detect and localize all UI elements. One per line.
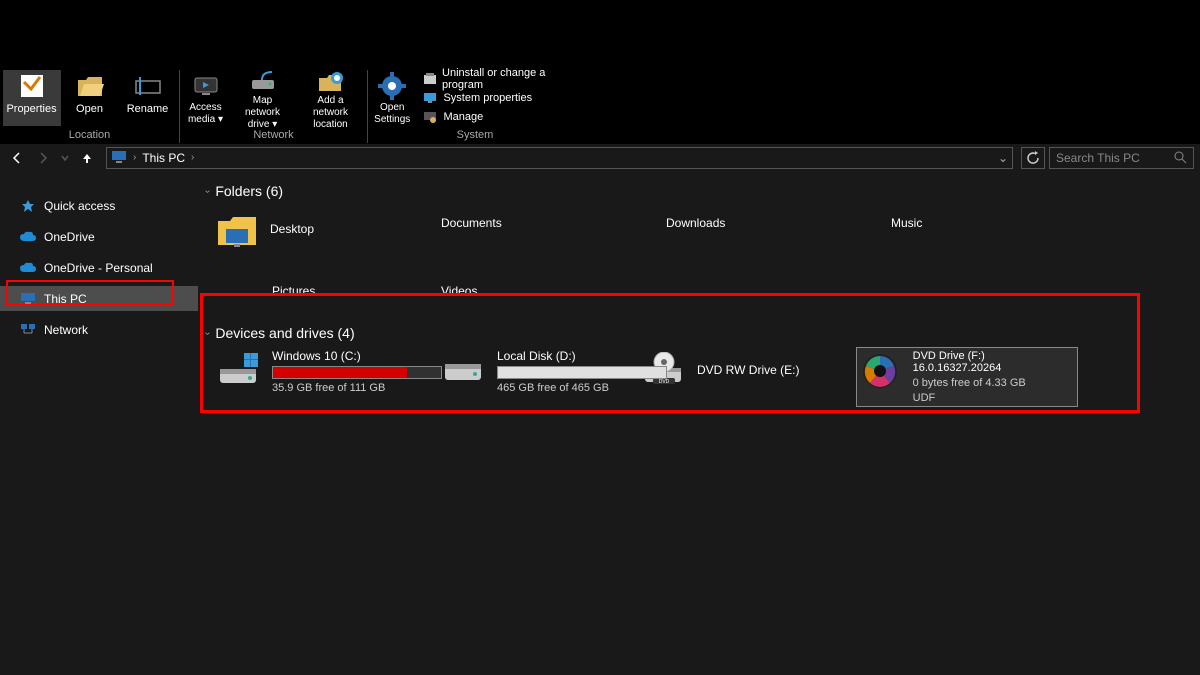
forward-button[interactable] [32, 147, 54, 169]
search-icon [1174, 151, 1187, 164]
chevron-right-icon: › [191, 152, 194, 163]
back-button[interactable] [6, 147, 28, 169]
svg-text:DVD: DVD [659, 379, 670, 385]
network-icon [20, 322, 36, 338]
chevron-down-icon: › [202, 189, 213, 192]
ribbon-group-network-label: Network [253, 129, 293, 141]
drive-d-capacity-bar [497, 366, 667, 379]
open-button[interactable]: Open [61, 70, 119, 126]
add-location-icon [315, 70, 347, 94]
sidebar-item-network[interactable]: Network [0, 317, 198, 342]
open-icon [74, 70, 106, 102]
star-icon [20, 198, 36, 214]
system-properties-button[interactable]: System properties [422, 89, 576, 106]
sidebar: Quick access OneDrive OneDrive - Persona… [0, 171, 198, 675]
chevron-right-icon: › [133, 152, 136, 163]
sidebar-item-quick-access[interactable]: Quick access [0, 193, 198, 218]
cloud-icon [20, 260, 36, 276]
sidebar-item-onedrive[interactable]: OneDrive [0, 224, 198, 249]
os-drive-icon [218, 349, 260, 391]
address-dropdown-icon[interactable]: ⌄ [998, 151, 1008, 165]
folder-music[interactable]: Music [891, 205, 1116, 241]
access-media-button[interactable]: Access media ▾ [182, 70, 230, 126]
drive-c-capacity-bar [272, 366, 442, 379]
hdd-icon [443, 349, 485, 391]
folder-pictures[interactable]: Pictures [216, 273, 441, 309]
folders-section-header[interactable]: › Folders (6) [206, 183, 1200, 199]
folder-videos[interactable]: Videos [441, 273, 666, 309]
this-pc-icon [20, 291, 36, 307]
drive-e[interactable]: DVD DVD RW Drive (E:) [641, 347, 856, 407]
properties-button[interactable]: Properties [3, 70, 61, 126]
desktop-folder-icon [216, 211, 256, 247]
map-drive-icon [247, 70, 279, 94]
navigation-bar: › This PC › ⌄ Search This PC [0, 143, 1200, 171]
manage-icon [422, 109, 438, 125]
chevron-down-icon: › [202, 331, 213, 334]
drives-section-header[interactable]: › Devices and drives (4) [206, 325, 1200, 341]
up-button[interactable] [76, 147, 98, 169]
refresh-button[interactable] [1021, 147, 1045, 169]
cloud-icon [20, 229, 36, 245]
folder-desktop[interactable]: Desktop [216, 205, 441, 253]
recent-dropdown[interactable] [58, 147, 72, 169]
uninstall-icon [422, 71, 437, 87]
address-bar[interactable]: › This PC › ⌄ [106, 147, 1013, 169]
add-network-location-button[interactable]: Add a network location [296, 70, 366, 126]
manage-button[interactable]: Manage [422, 108, 576, 125]
breadcrumb-this-pc[interactable]: This PC [142, 151, 185, 165]
folder-documents[interactable]: Documents [441, 205, 666, 241]
drive-c[interactable]: Windows 10 (C:) 35.9 GB free of 111 GB [216, 347, 441, 407]
ribbon-group-system-label: System [457, 129, 494, 141]
this-pc-icon [111, 150, 127, 166]
rename-button[interactable]: Rename [119, 70, 177, 126]
drive-d[interactable]: Local Disk (D:) 465 GB free of 465 GB [441, 347, 641, 407]
map-network-drive-button[interactable]: Map network drive ▾ [230, 70, 296, 126]
uninstall-program-button[interactable]: Uninstall or change a program [422, 70, 576, 87]
search-placeholder: Search This PC [1056, 151, 1140, 165]
sidebar-item-onedrive-personal[interactable]: OneDrive - Personal [0, 255, 198, 280]
media-icon [190, 70, 222, 101]
search-input[interactable]: Search This PC [1049, 147, 1194, 169]
ribbon: Properties Open Rename Location [0, 0, 1200, 143]
rename-icon [132, 70, 164, 102]
settings-icon [376, 70, 408, 101]
open-settings-button[interactable]: Open Settings [368, 70, 416, 126]
properties-icon [16, 70, 48, 102]
drive-f[interactable]: DVD Drive (F:) 16.0.16327.20264 0 bytes … [856, 347, 1078, 407]
ribbon-group-location-label: Location [69, 129, 111, 141]
sidebar-item-this-pc[interactable]: This PC [0, 286, 198, 311]
folder-downloads[interactable]: Downloads [666, 205, 891, 241]
system-properties-icon [422, 90, 438, 106]
main-content: › Folders (6) Desktop Documents Download… [198, 171, 1200, 675]
dvd-drive-icon [859, 350, 901, 392]
